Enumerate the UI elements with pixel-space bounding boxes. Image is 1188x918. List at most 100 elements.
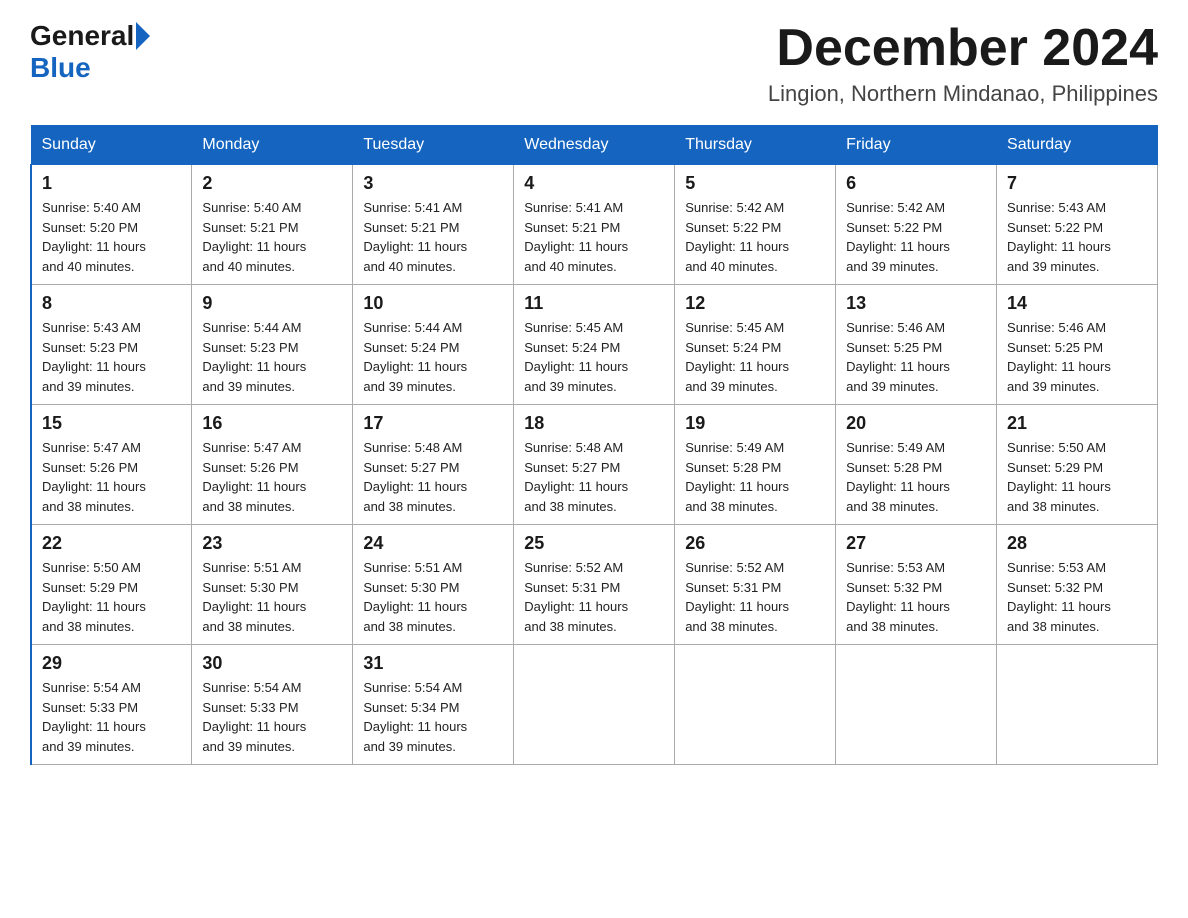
day-info: Sunrise: 5:40 AM Sunset: 5:21 PM Dayligh… [202, 198, 342, 276]
calendar-cell: 21 Sunrise: 5:50 AM Sunset: 5:29 PM Dayl… [997, 405, 1158, 525]
day-info: Sunrise: 5:47 AM Sunset: 5:26 PM Dayligh… [42, 438, 181, 516]
day-info: Sunrise: 5:54 AM Sunset: 5:33 PM Dayligh… [42, 678, 181, 756]
calendar-week-row: 15 Sunrise: 5:47 AM Sunset: 5:26 PM Dayl… [31, 405, 1158, 525]
day-number: 18 [524, 413, 664, 434]
day-number: 4 [524, 173, 664, 194]
day-number: 25 [524, 533, 664, 554]
calendar-cell: 6 Sunrise: 5:42 AM Sunset: 5:22 PM Dayli… [836, 165, 997, 285]
day-info: Sunrise: 5:40 AM Sunset: 5:20 PM Dayligh… [42, 198, 181, 276]
day-number: 9 [202, 293, 342, 314]
day-info: Sunrise: 5:49 AM Sunset: 5:28 PM Dayligh… [846, 438, 986, 516]
day-number: 1 [42, 173, 181, 194]
day-info: Sunrise: 5:51 AM Sunset: 5:30 PM Dayligh… [363, 558, 503, 636]
day-number: 31 [363, 653, 503, 674]
day-number: 17 [363, 413, 503, 434]
day-info: Sunrise: 5:52 AM Sunset: 5:31 PM Dayligh… [524, 558, 664, 636]
day-number: 22 [42, 533, 181, 554]
day-number: 10 [363, 293, 503, 314]
calendar-cell [514, 645, 675, 765]
day-info: Sunrise: 5:46 AM Sunset: 5:25 PM Dayligh… [1007, 318, 1147, 396]
day-number: 6 [846, 173, 986, 194]
day-info: Sunrise: 5:49 AM Sunset: 5:28 PM Dayligh… [685, 438, 825, 516]
day-info: Sunrise: 5:48 AM Sunset: 5:27 PM Dayligh… [363, 438, 503, 516]
calendar-cell: 9 Sunrise: 5:44 AM Sunset: 5:23 PM Dayli… [192, 285, 353, 405]
calendar-cell: 22 Sunrise: 5:50 AM Sunset: 5:29 PM Dayl… [31, 525, 192, 645]
calendar-cell: 8 Sunrise: 5:43 AM Sunset: 5:23 PM Dayli… [31, 285, 192, 405]
header-thursday: Thursday [675, 126, 836, 165]
calendar-cell: 11 Sunrise: 5:45 AM Sunset: 5:24 PM Dayl… [514, 285, 675, 405]
day-number: 20 [846, 413, 986, 434]
day-number: 28 [1007, 533, 1147, 554]
page-header: General Blue December 2024 Lingion, Nort… [30, 20, 1158, 107]
header-saturday: Saturday [997, 126, 1158, 165]
day-number: 3 [363, 173, 503, 194]
day-number: 13 [846, 293, 986, 314]
header-friday: Friday [836, 126, 997, 165]
day-number: 2 [202, 173, 342, 194]
day-info: Sunrise: 5:53 AM Sunset: 5:32 PM Dayligh… [846, 558, 986, 636]
calendar-cell: 3 Sunrise: 5:41 AM Sunset: 5:21 PM Dayli… [353, 165, 514, 285]
month-title: December 2024 [768, 20, 1158, 77]
location-title: Lingion, Northern Mindanao, Philippines [768, 81, 1158, 107]
day-number: 8 [42, 293, 181, 314]
day-number: 11 [524, 293, 664, 314]
calendar-cell: 19 Sunrise: 5:49 AM Sunset: 5:28 PM Dayl… [675, 405, 836, 525]
day-info: Sunrise: 5:43 AM Sunset: 5:22 PM Dayligh… [1007, 198, 1147, 276]
day-info: Sunrise: 5:41 AM Sunset: 5:21 PM Dayligh… [363, 198, 503, 276]
calendar-cell: 18 Sunrise: 5:48 AM Sunset: 5:27 PM Dayl… [514, 405, 675, 525]
calendar-cell: 7 Sunrise: 5:43 AM Sunset: 5:22 PM Dayli… [997, 165, 1158, 285]
calendar-cell: 16 Sunrise: 5:47 AM Sunset: 5:26 PM Dayl… [192, 405, 353, 525]
logo-general-text: General [30, 20, 134, 52]
day-number: 23 [202, 533, 342, 554]
day-info: Sunrise: 5:45 AM Sunset: 5:24 PM Dayligh… [524, 318, 664, 396]
calendar-cell [836, 645, 997, 765]
calendar-cell: 27 Sunrise: 5:53 AM Sunset: 5:32 PM Dayl… [836, 525, 997, 645]
calendar-cell: 1 Sunrise: 5:40 AM Sunset: 5:20 PM Dayli… [31, 165, 192, 285]
day-info: Sunrise: 5:42 AM Sunset: 5:22 PM Dayligh… [685, 198, 825, 276]
day-number: 14 [1007, 293, 1147, 314]
day-number: 19 [685, 413, 825, 434]
day-info: Sunrise: 5:53 AM Sunset: 5:32 PM Dayligh… [1007, 558, 1147, 636]
calendar-week-row: 29 Sunrise: 5:54 AM Sunset: 5:33 PM Dayl… [31, 645, 1158, 765]
calendar-week-row: 8 Sunrise: 5:43 AM Sunset: 5:23 PM Dayli… [31, 285, 1158, 405]
calendar-cell: 10 Sunrise: 5:44 AM Sunset: 5:24 PM Dayl… [353, 285, 514, 405]
calendar-cell: 29 Sunrise: 5:54 AM Sunset: 5:33 PM Dayl… [31, 645, 192, 765]
day-number: 16 [202, 413, 342, 434]
day-number: 27 [846, 533, 986, 554]
calendar-header-row: SundayMondayTuesdayWednesdayThursdayFrid… [31, 126, 1158, 165]
day-info: Sunrise: 5:54 AM Sunset: 5:33 PM Dayligh… [202, 678, 342, 756]
day-number: 7 [1007, 173, 1147, 194]
day-number: 12 [685, 293, 825, 314]
logo-blue-text: Blue [30, 52, 91, 84]
calendar-cell: 28 Sunrise: 5:53 AM Sunset: 5:32 PM Dayl… [997, 525, 1158, 645]
calendar-table: SundayMondayTuesdayWednesdayThursdayFrid… [30, 125, 1158, 765]
header-wednesday: Wednesday [514, 126, 675, 165]
calendar-week-row: 22 Sunrise: 5:50 AM Sunset: 5:29 PM Dayl… [31, 525, 1158, 645]
calendar-cell [675, 645, 836, 765]
calendar-cell: 31 Sunrise: 5:54 AM Sunset: 5:34 PM Dayl… [353, 645, 514, 765]
day-info: Sunrise: 5:45 AM Sunset: 5:24 PM Dayligh… [685, 318, 825, 396]
calendar-cell [997, 645, 1158, 765]
day-number: 29 [42, 653, 181, 674]
calendar-cell: 12 Sunrise: 5:45 AM Sunset: 5:24 PM Dayl… [675, 285, 836, 405]
day-info: Sunrise: 5:51 AM Sunset: 5:30 PM Dayligh… [202, 558, 342, 636]
calendar-cell: 5 Sunrise: 5:42 AM Sunset: 5:22 PM Dayli… [675, 165, 836, 285]
calendar-cell: 30 Sunrise: 5:54 AM Sunset: 5:33 PM Dayl… [192, 645, 353, 765]
logo-triangle-icon [136, 22, 150, 50]
day-number: 26 [685, 533, 825, 554]
calendar-cell: 15 Sunrise: 5:47 AM Sunset: 5:26 PM Dayl… [31, 405, 192, 525]
calendar-cell: 4 Sunrise: 5:41 AM Sunset: 5:21 PM Dayli… [514, 165, 675, 285]
calendar-cell: 14 Sunrise: 5:46 AM Sunset: 5:25 PM Dayl… [997, 285, 1158, 405]
day-number: 15 [42, 413, 181, 434]
day-info: Sunrise: 5:41 AM Sunset: 5:21 PM Dayligh… [524, 198, 664, 276]
title-block: December 2024 Lingion, Northern Mindanao… [768, 20, 1158, 107]
day-info: Sunrise: 5:50 AM Sunset: 5:29 PM Dayligh… [42, 558, 181, 636]
day-info: Sunrise: 5:42 AM Sunset: 5:22 PM Dayligh… [846, 198, 986, 276]
calendar-cell: 2 Sunrise: 5:40 AM Sunset: 5:21 PM Dayli… [192, 165, 353, 285]
day-info: Sunrise: 5:48 AM Sunset: 5:27 PM Dayligh… [524, 438, 664, 516]
day-number: 5 [685, 173, 825, 194]
day-info: Sunrise: 5:43 AM Sunset: 5:23 PM Dayligh… [42, 318, 181, 396]
day-number: 21 [1007, 413, 1147, 434]
logo: General Blue [30, 20, 152, 84]
header-tuesday: Tuesday [353, 126, 514, 165]
